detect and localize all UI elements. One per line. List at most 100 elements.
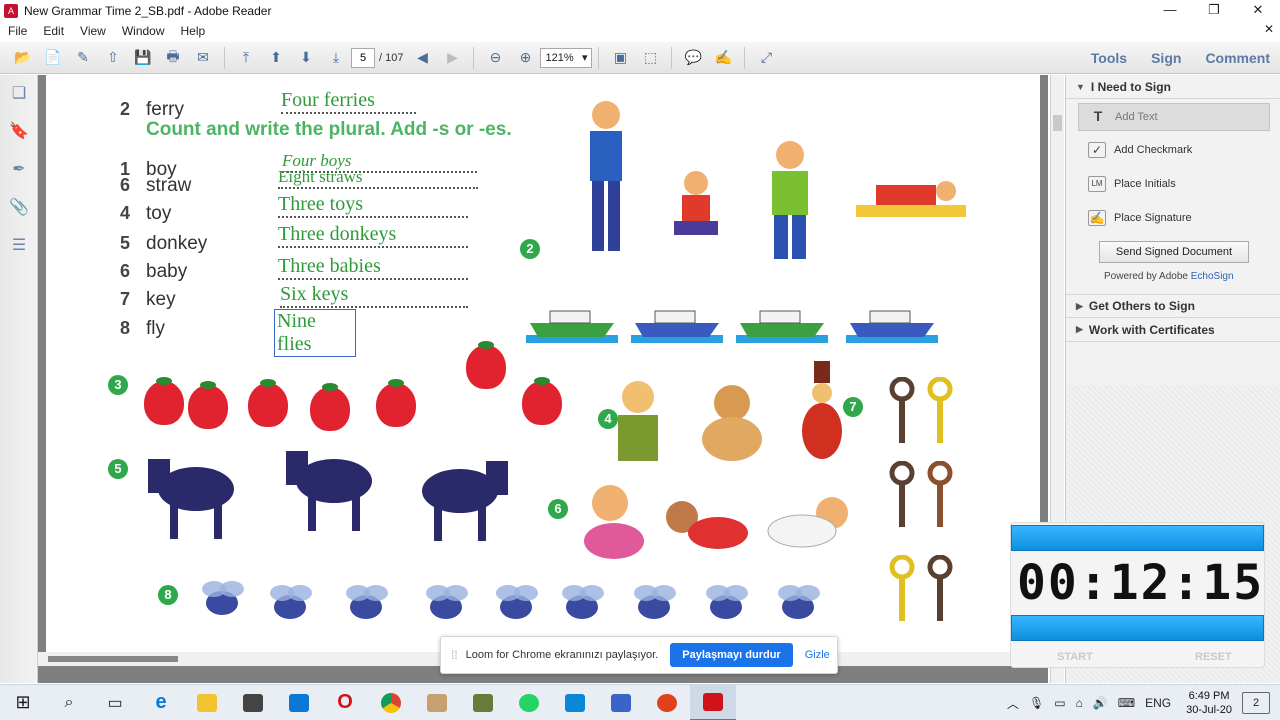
timer-reset-button[interactable]: RESET [1195,651,1232,663]
stop-sharing-button[interactable]: Paylaşmayı durdur [670,643,793,667]
row-answer[interactable]: Four ferries [281,89,416,114]
fly-illustration [426,585,468,619]
document-viewport[interactable]: Count and write the plural. Add -s or -e… [38,75,1048,683]
row-answer[interactable]: Three babies [278,255,468,280]
calculator-icon[interactable] [598,685,644,720]
zoom-in-icon[interactable]: ⊕ [514,47,536,69]
menu-edit[interactable]: Edit [35,24,72,38]
edit-icon[interactable]: ✎ [72,47,94,69]
zoom-out-icon[interactable]: ⊖ [484,47,506,69]
loom-message: Loom for Chrome ekranınızı paylaşıyor. [465,649,659,661]
battery-icon[interactable]: ▭ [1054,696,1065,710]
restore-button[interactable]: ❐ [1192,0,1236,22]
menu-file[interactable]: File [0,24,35,38]
upload-icon[interactable]: ⇧ [102,47,124,69]
create-pdf-icon[interactable]: 📄 [42,47,64,69]
zoom-select[interactable]: 121% ▾ [540,47,593,68]
place-initials-button[interactable]: LM Place Initials [1066,167,1280,201]
close-button[interactable]: ✕ [1236,0,1280,22]
navigation-pane: ❏ 🔖 ✒ 📎 ☰ [0,75,38,683]
last-page-icon[interactable]: ⤓ [325,47,347,69]
first-page-icon[interactable]: ⤒ [235,47,257,69]
windows-start-icon[interactable]: ⊞ [0,685,46,720]
paint-icon[interactable] [414,685,460,720]
email-icon[interactable]: ✉ [192,47,214,69]
sticky-note-icon[interactable]: 💬 [682,47,704,69]
timer-start-button[interactable]: START [1057,651,1093,663]
page-number-input[interactable] [351,47,375,68]
whatsapp-icon[interactable] [506,685,552,720]
section-i-need-to-sign[interactable]: ▼ I Need to Sign [1066,75,1280,99]
menu-help[interactable]: Help [173,24,214,38]
task-view-icon[interactable]: ▭ [92,685,138,720]
drag-handle-icon[interactable]: ⁞⁞ [451,648,458,662]
toolbar: 📂 📄 ✎ ⇧ 💾 🖶 ✉ ⤒ ⬆ ⬇ ⤓ / 107 ◀ ▶ ⊖ ⊕ 121%… [0,42,1280,74]
section-get-others-to-sign[interactable]: ▶ Get Others to Sign [1066,294,1280,318]
adobe-reader-taskbar-icon[interactable] [690,684,736,720]
microphone-icon[interactable]: 🎙 [1029,696,1044,710]
scroll-thumb[interactable] [48,656,178,662]
media-player-icon[interactable] [644,685,690,720]
row-answer[interactable]: Three toys [278,193,468,218]
screen-capture-icon[interactable] [552,685,598,720]
echosign-link[interactable]: EchoSign [1191,271,1234,282]
opera-browser-icon[interactable]: O [322,685,368,720]
open-icon[interactable]: 📂 [12,47,34,69]
add-checkmark-button[interactable]: ✓ Add Checkmark [1066,133,1280,167]
layers-icon[interactable]: ☰ [8,235,30,257]
fit-width-icon[interactable]: ⬚ [639,47,661,69]
minimize-button[interactable]: — [1148,0,1192,22]
previous-page-icon[interactable]: ⬆ [265,47,287,69]
title-bar: A New Grammar Time 2_SB.pdf - Adobe Read… [0,0,1280,22]
row-number: 4 [120,203,131,223]
back-icon[interactable]: ◀ [411,47,433,69]
hide-link[interactable]: Gizle [805,649,830,661]
add-text-button[interactable]: T Add Text [1078,103,1270,131]
menu-window[interactable]: Window [114,24,173,38]
close-document-button[interactable]: ✕ [1264,22,1274,36]
chevron-up-icon[interactable]: ︿ [1007,695,1019,712]
store-icon[interactable] [230,685,276,720]
keyboard-icon[interactable]: ⌨ [1118,696,1135,710]
expand-icon[interactable]: ⤢ [755,47,777,69]
baby-illustration [584,485,644,559]
row-answer[interactable]: Six keys [280,283,468,308]
notifications-icon[interactable]: 2 [1242,692,1270,714]
clock[interactable]: 6:49 PM 30-Jul-20 [1186,689,1232,717]
sign-link[interactable]: Sign [1151,50,1181,66]
section-work-with-certificates[interactable]: ▶ Work with Certificates [1066,318,1280,342]
boy-with-straw-illustration [772,141,808,259]
scroll-thumb[interactable] [1053,115,1062,131]
print-icon[interactable]: 🖶 [162,47,184,69]
language-indicator[interactable]: ENG [1145,696,1171,710]
forward-icon[interactable]: ▶ [441,47,463,69]
highlight-icon[interactable]: ✍ [712,47,734,69]
attachments-icon[interactable]: 📎 [8,197,30,219]
place-signature-button[interactable]: ✍ Place Signature [1066,201,1280,235]
page-thumbnails-icon[interactable]: ❏ [8,83,30,105]
comment-link[interactable]: Comment [1205,50,1270,66]
edge-browser-icon[interactable]: e [138,685,184,720]
mail-icon[interactable] [276,685,322,720]
menu-view[interactable]: View [72,24,114,38]
send-signed-document-button[interactable]: Send Signed Document [1099,241,1249,263]
fly-illustration [706,585,748,619]
section-label: Get Others to Sign [1088,299,1195,313]
volume-icon[interactable]: 🔊 [1093,696,1108,710]
tools-link[interactable]: Tools [1091,50,1127,66]
chrome-browser-icon[interactable] [368,685,414,720]
timer-bar-top [1011,525,1264,551]
network-icon[interactable]: ⌂ [1076,696,1083,710]
signature-icon: ✍ [1088,210,1106,226]
row-answer[interactable]: Three donkeys [278,223,468,248]
bookmarks-icon[interactable]: 🔖 [8,121,30,143]
save-icon[interactable]: 💾 [132,47,154,69]
row-answer[interactable]: Eight straws [278,167,478,189]
signatures-icon[interactable]: ✒ [8,159,30,181]
fit-page-icon[interactable]: ▣ [609,47,631,69]
file-explorer-icon[interactable] [184,685,230,720]
search-icon[interactable]: ⌕ [46,685,92,720]
next-page-icon[interactable]: ⬇ [295,47,317,69]
text-field-being-edited[interactable]: Nine flies [274,309,356,357]
calculator-app-icon[interactable] [460,685,506,720]
